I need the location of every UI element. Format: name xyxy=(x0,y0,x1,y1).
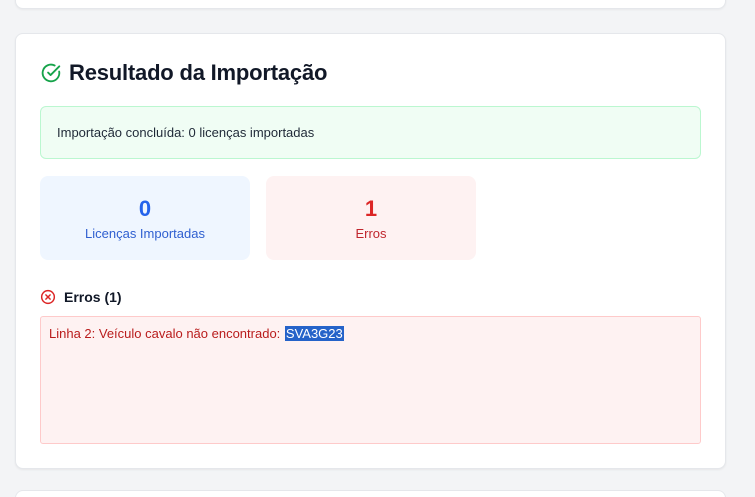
stat-imported-licenses: 0 Licenças Importadas xyxy=(40,176,250,260)
error-item: Linha 2: Veículo cavalo não encontrado: … xyxy=(49,326,692,341)
error-text: Linha 2: Veículo cavalo não encontrado: xyxy=(49,326,284,341)
card-header: Resultado da Importação xyxy=(41,60,327,86)
success-alert: Importação concluída: 0 licenças importa… xyxy=(40,106,701,159)
stat-errors-label: Erros xyxy=(355,225,387,241)
page-title: Resultado da Importação xyxy=(69,60,328,85)
stat-errors-value: 1 xyxy=(364,195,378,221)
errors-list: Linha 2: Veículo cavalo não encontrado: … xyxy=(40,316,701,444)
stat-imported-value: 0 xyxy=(138,195,152,221)
import-result-card: Resultado da Importação Importação concl… xyxy=(15,33,726,469)
stat-imported-label: Licenças Importadas xyxy=(85,225,205,241)
errors-header: Erros (1) xyxy=(40,287,122,307)
previous-card xyxy=(15,0,726,9)
check-circle-icon xyxy=(41,63,61,83)
x-circle-icon xyxy=(40,289,56,305)
success-message: Importação concluída: 0 licenças importa… xyxy=(57,125,315,140)
next-card xyxy=(15,490,726,497)
selected-plate-text[interactable]: SVA3G23 xyxy=(284,326,344,341)
errors-title: Erros (1) xyxy=(64,289,122,305)
stat-errors: 1 Erros xyxy=(266,176,476,260)
